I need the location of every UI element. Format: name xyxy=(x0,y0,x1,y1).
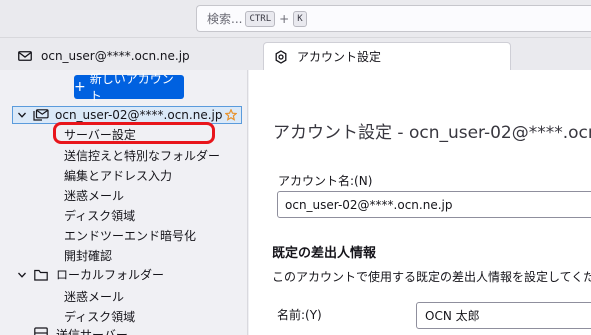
shortcut-key-ctrl: CTRL xyxy=(245,10,276,27)
chevron-down-icon[interactable] xyxy=(16,269,28,281)
sender-name-field[interactable]: OCN 太郎 xyxy=(416,302,591,329)
new-account-label: 新しいアカウント xyxy=(89,72,174,103)
search-placeholder: 検索... xyxy=(207,12,243,26)
mail-account-icon xyxy=(33,109,49,121)
tab-strip: ocn_user@****.ocn.ne.jp アカウント設定 xyxy=(0,38,591,70)
sidebar-item-copies-folders[interactable]: 送信控えと特別なフォルダー xyxy=(64,147,220,164)
tab-mail[interactable]: ocn_user@****.ocn.ne.jp xyxy=(8,42,260,70)
sidebar-local-folders-row[interactable]: ローカルフォルダー xyxy=(16,266,164,283)
sidebar-item-return-receipts[interactable]: 開封確認 xyxy=(64,247,112,264)
sidebar-local-folders-label: ローカルフォルダー xyxy=(56,268,165,282)
sidebar-item-local-disk-space[interactable]: ディスク領域 xyxy=(64,308,135,325)
gear-icon xyxy=(274,49,288,64)
account-name-value: ocn_user-02@****.ocn.ne.jp xyxy=(285,197,453,212)
folder-icon xyxy=(34,269,48,281)
account-name-field[interactable]: ocn_user-02@****.ocn.ne.jp xyxy=(277,191,591,218)
star-icon xyxy=(224,108,238,121)
sidebar-outgoing-server-row[interactable]: 送信サーバー xyxy=(34,326,128,335)
global-search-bar[interactable]: 検索... CTRL + K xyxy=(196,5,591,32)
outbox-icon xyxy=(34,327,48,335)
tab-account-settings-label: アカウント設定 xyxy=(297,50,382,64)
sidebar-account-name: ocn_user-02@****.ocn.ne.jp xyxy=(55,108,223,122)
tab-account-settings[interactable]: アカウント設定 xyxy=(263,42,511,70)
shortcut-key-k: K xyxy=(293,10,307,27)
highlight-annotation xyxy=(53,122,215,144)
sidebar-item-local-junk[interactable]: 迷惑メール xyxy=(64,288,124,305)
account-sidebar: + 新しいアカウント ocn_user-02@****.ocn.ne.jp サー… xyxy=(0,70,248,335)
sidebar-item-composition[interactable]: 編集とアドレス入力 xyxy=(64,167,172,184)
account-name-label: アカウント名:(N) xyxy=(278,174,373,188)
envelope-icon xyxy=(18,49,32,63)
new-account-button[interactable]: + 新しいアカウント xyxy=(74,72,184,103)
shortcut-separator: + xyxy=(279,11,290,26)
chevron-down-icon[interactable] xyxy=(16,109,28,121)
sender-name-label: 名前:(Y) xyxy=(277,308,322,322)
page-title: アカウント設定 - ocn_user-02@****.ocn.ne.jp xyxy=(273,123,591,143)
sender-name-value: OCN 太郎 xyxy=(425,309,480,323)
sidebar-item-disk-space[interactable]: ディスク領域 xyxy=(64,207,135,224)
tab-mail-label: ocn_user@****.ocn.ne.jp xyxy=(41,49,190,63)
identity-section-description: このアカウントで使用する既定の差出人情報を設定してください。 xyxy=(272,270,591,284)
sidebar-item-junk[interactable]: 迷惑メール xyxy=(64,187,124,204)
account-settings-panel: アカウント設定 - ocn_user-02@****.ocn.ne.jp アカウ… xyxy=(249,70,591,335)
top-toolbar: 検索... CTRL + K xyxy=(0,0,591,38)
sidebar-item-e2e-encryption[interactable]: エンドツーエンド暗号化 xyxy=(64,227,196,244)
plus-icon: + xyxy=(74,79,86,95)
sidebar-outgoing-server-label: 送信サーバー xyxy=(56,328,128,335)
identity-section-heading: 既定の差出人情報 xyxy=(272,246,377,261)
